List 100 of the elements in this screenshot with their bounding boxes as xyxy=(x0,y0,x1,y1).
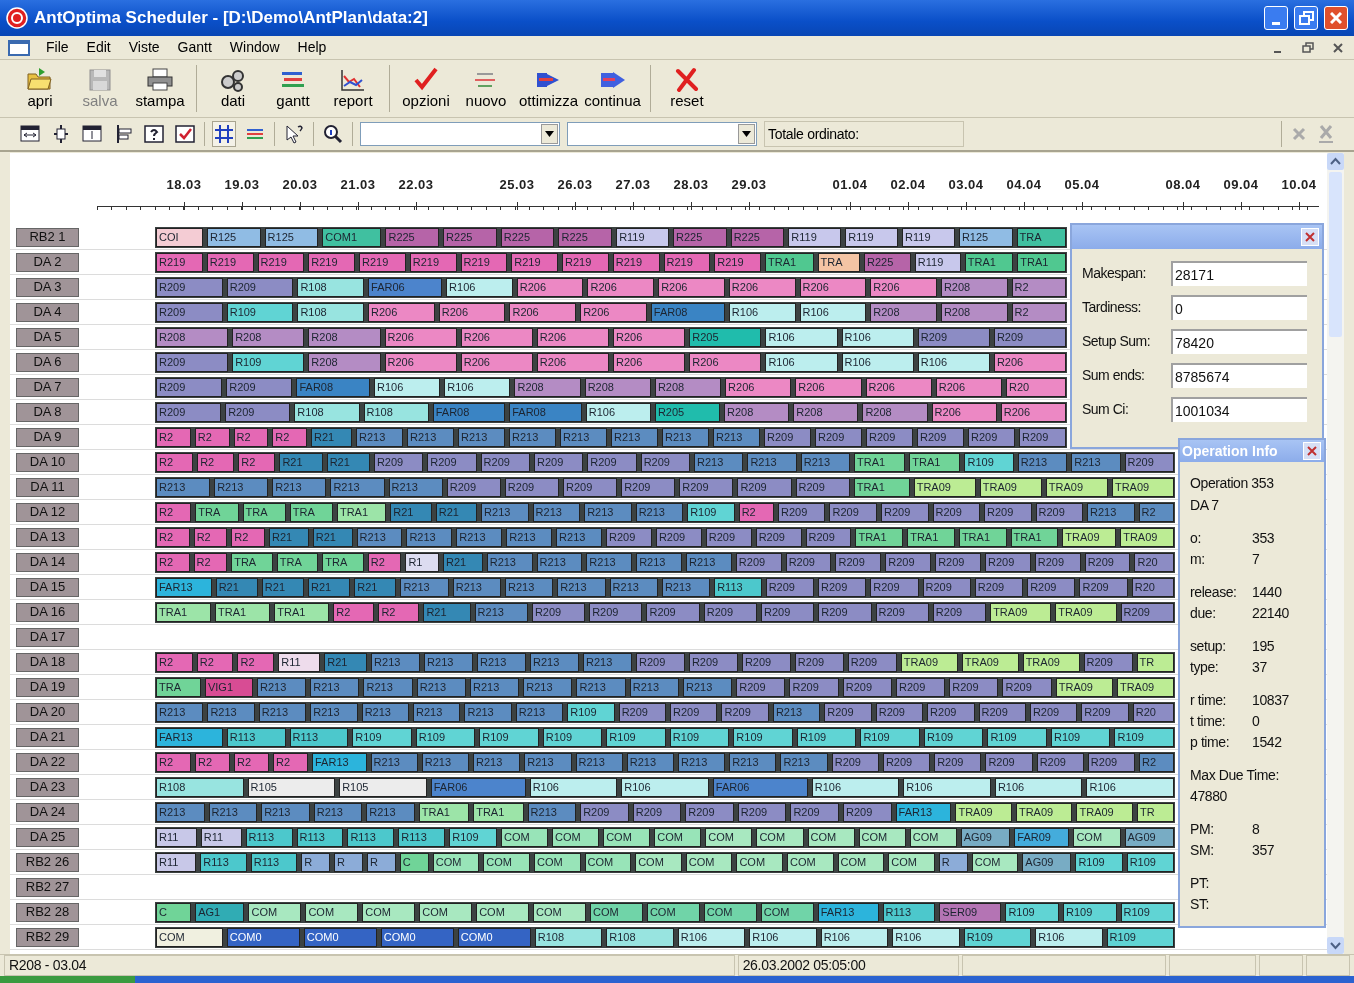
task-bar[interactable]: R106 xyxy=(677,927,746,947)
task-bar[interactable]: R213 xyxy=(214,477,269,497)
task-bar[interactable]: R209 xyxy=(1124,452,1174,472)
task-bar[interactable]: R105 xyxy=(247,777,336,797)
task-bar[interactable]: R106 xyxy=(444,377,511,397)
menu-item[interactable]: File xyxy=(44,37,71,58)
dropdown-field[interactable] xyxy=(360,122,560,146)
task-bar[interactable]: R108 xyxy=(156,777,244,797)
task-bar[interactable]: R106 xyxy=(529,777,618,797)
task-bar[interactable]: TRA09 xyxy=(900,652,958,672)
task-bar[interactable]: R113 xyxy=(250,852,298,872)
task-bar[interactable]: R213 xyxy=(473,752,521,772)
task-bar[interactable]: R213 xyxy=(584,502,632,522)
task-bar[interactable]: R21 xyxy=(435,502,478,522)
toolbar-button[interactable]: ottimizza xyxy=(516,63,582,114)
task-bar[interactable]: R2 xyxy=(273,752,308,772)
task-bar[interactable]: R213 xyxy=(523,677,573,697)
restore-button[interactable] xyxy=(1294,6,1318,30)
task-bar[interactable]: R209 xyxy=(226,377,293,397)
task-bar[interactable]: R208 xyxy=(724,402,790,422)
task-bar[interactable]: AG09 xyxy=(1022,852,1072,872)
task-bar[interactable]: R209 xyxy=(814,427,862,447)
task-bar[interactable]: R213 xyxy=(356,527,403,547)
task-bar[interactable]: TRA09 xyxy=(1045,477,1108,497)
task-bar[interactable]: R208 xyxy=(940,277,1008,297)
task-bar[interactable]: R213 xyxy=(400,577,449,597)
task-bar[interactable]: COM xyxy=(500,827,549,847)
task-bar[interactable]: R209 xyxy=(632,802,682,822)
task-bar[interactable]: TRA09 xyxy=(955,802,1012,822)
task-bar[interactable]: FAR13 xyxy=(895,802,952,822)
menu-item[interactable]: Edit xyxy=(84,37,113,58)
task-bar[interactable]: TRA09 xyxy=(961,652,1019,672)
task-bar[interactable]: R2 xyxy=(238,452,276,472)
task-bar[interactable]: R2 xyxy=(195,752,230,772)
task-bar[interactable]: R2 xyxy=(156,452,194,472)
task-bar[interactable]: R109 xyxy=(232,352,305,372)
task-bar[interactable]: R213 xyxy=(355,427,403,447)
task-bar[interactable]: R109 xyxy=(1114,727,1174,747)
task-bar[interactable]: COM xyxy=(156,927,223,947)
task-bar[interactable]: R213 xyxy=(557,577,606,597)
task-bar[interactable]: R119 xyxy=(845,227,899,247)
task-bar[interactable]: R2 xyxy=(156,427,191,447)
task-bar[interactable]: R2 xyxy=(197,452,235,472)
task-bar[interactable]: R206 xyxy=(384,352,457,372)
task-bar[interactable]: R213 xyxy=(505,577,554,597)
task-bar[interactable]: R213 xyxy=(258,702,307,722)
task-bar[interactable]: TRA xyxy=(231,552,273,572)
task-bar[interactable]: R213 xyxy=(261,802,310,822)
task-bar[interactable]: R213 xyxy=(629,677,679,697)
task-bar[interactable]: R106 xyxy=(1035,927,1103,947)
task-bar[interactable]: R213 xyxy=(1071,452,1121,472)
task-bar[interactable]: R208 xyxy=(870,302,937,322)
task-bar[interactable]: COM xyxy=(590,902,643,922)
task-bar[interactable]: R106 xyxy=(841,352,914,372)
task-bar[interactable]: R209 xyxy=(737,477,792,497)
task-bar[interactable]: TRA1 xyxy=(1010,527,1059,547)
task-bar[interactable]: R2 xyxy=(156,527,190,547)
task-bar[interactable]: R213 xyxy=(556,527,602,547)
task-bar[interactable]: R209 xyxy=(480,452,530,472)
task-bar[interactable]: COM xyxy=(305,902,359,922)
task-bar[interactable]: R209 xyxy=(589,602,643,622)
task-bar[interactable]: AG09 xyxy=(960,827,1011,847)
task-bar[interactable]: R213 xyxy=(636,552,682,572)
task-bar[interactable]: R2 xyxy=(1139,752,1175,772)
task-bar[interactable]: R209 xyxy=(789,677,839,697)
task-bar[interactable]: R209 xyxy=(985,752,1033,772)
task-bar[interactable]: R209 xyxy=(882,752,931,772)
toolbar-button[interactable]: apri xyxy=(10,63,70,114)
task-bar[interactable]: FAR08 xyxy=(432,402,506,422)
task-bar[interactable]: VIG1 xyxy=(204,677,253,697)
task-bar[interactable]: R206 xyxy=(993,352,1067,372)
task-bar[interactable]: COM xyxy=(248,902,302,922)
task-bar[interactable]: R206 xyxy=(935,377,1002,397)
task-bar[interactable]: R219 xyxy=(409,252,457,272)
task-bar[interactable]: R106 xyxy=(728,302,796,322)
task-bar[interactable]: COM xyxy=(705,827,753,847)
task-bar[interactable]: R109 xyxy=(1075,852,1123,872)
task-bar[interactable]: R209 xyxy=(885,552,932,572)
task-bar[interactable]: FAR13 xyxy=(817,902,879,922)
task-bar[interactable]: R109 xyxy=(923,727,984,747)
task-bar[interactable]: R xyxy=(301,852,331,872)
toolbar-button[interactable]: stampa xyxy=(130,63,190,114)
task-bar[interactable]: COM xyxy=(476,902,530,922)
task-bar[interactable]: R109 xyxy=(1005,902,1059,922)
task-bar[interactable]: R208 xyxy=(308,352,381,372)
task-bar[interactable]: R213 xyxy=(575,752,623,772)
task-bar[interactable]: COM xyxy=(432,852,480,872)
task-bar[interactable]: R213 xyxy=(330,477,385,497)
task-bar[interactable]: R209 xyxy=(842,677,892,697)
task-bar[interactable]: R209 xyxy=(777,502,826,522)
task-bar[interactable]: R21 xyxy=(261,577,304,597)
close-button[interactable] xyxy=(1303,442,1321,460)
task-bar[interactable]: TRA09 xyxy=(913,477,976,497)
task-bar[interactable]: TR xyxy=(1137,802,1174,822)
task-bar[interactable]: R208 xyxy=(654,377,722,397)
task-bar[interactable]: COM xyxy=(603,827,651,847)
task-bar[interactable]: R208 xyxy=(940,302,1008,322)
task-bar[interactable]: R2 xyxy=(367,552,402,572)
task-bar[interactable]: R106 xyxy=(765,327,838,347)
task-bar[interactable]: R209 xyxy=(932,502,980,522)
